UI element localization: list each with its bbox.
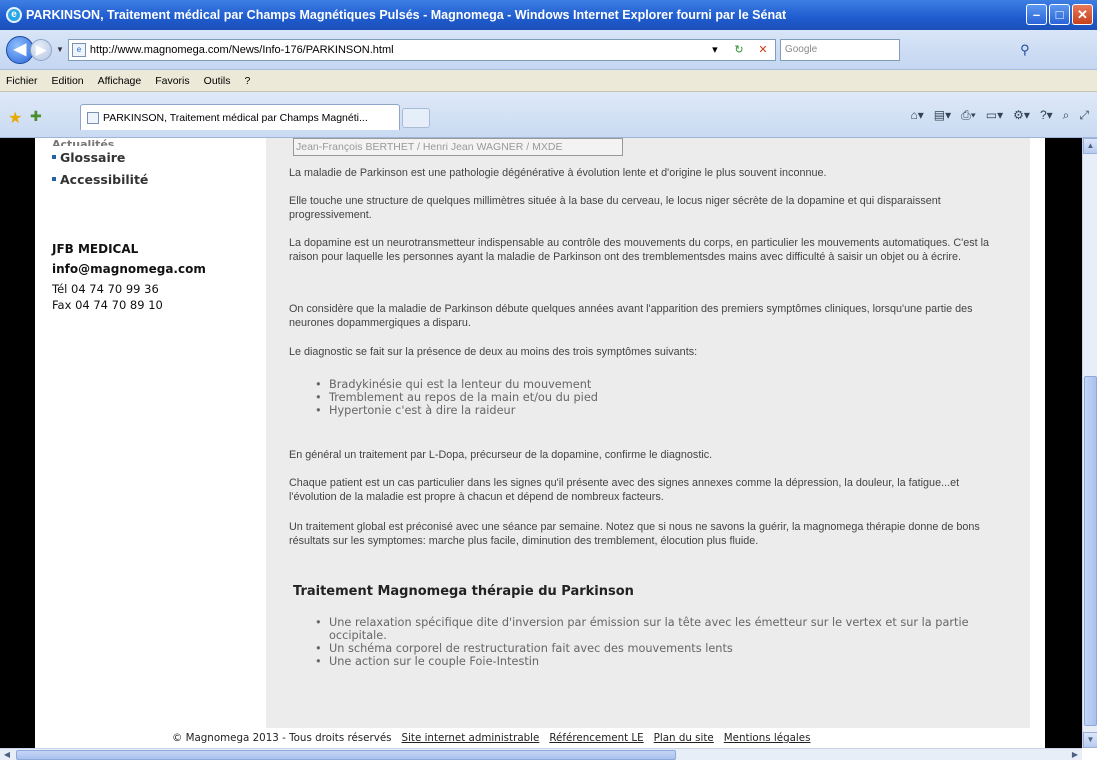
paragraph-6: En général un traitement par L-Dopa, pré… [289,449,713,461]
favorites-star-icon[interactable]: ★ [8,108,22,128]
address-dropdown-icon[interactable]: ▾ [705,42,725,58]
tab-active[interactable]: PARKINSON, Traitement médical par Champs… [80,104,400,130]
help-icon[interactable]: ?▾ [1040,108,1053,123]
search-input[interactable]: Google [779,38,900,61]
ie-icon: e [6,7,22,23]
tab-bar: ★ ✚ PARKINSON, Traitement médical par Ch… [0,92,1097,138]
tab-page-icon [87,111,99,124]
horizontal-scrollbar[interactable]: ◀ ▶ [0,748,1082,760]
treatments-list: Une relaxation spécifique dite d'inversi… [315,616,1005,668]
page-viewport: Actualités Glossaire Accessibilité JFB M… [0,138,1082,748]
address-input[interactable]: e http://www.magnomega.com/News/Info-176… [67,38,776,61]
maximize-view-icon[interactable]: ⤢ [1079,108,1089,123]
forward-button[interactable]: ▶ [30,38,52,61]
address-bar-row: ◀ ▶ ▼ e http://www.magnomega.com/News/In… [0,30,1097,70]
history-dropdown-icon[interactable]: ▼ [56,45,64,54]
menu-favoris[interactable]: Favoris [155,75,189,87]
paragraph-8: Un traitement global est préconisé avec … [289,521,980,547]
menu-edition[interactable]: Edition [52,75,84,87]
window-title: PARKINSON, Traitement médical par Champs… [26,8,787,22]
tools-menu-icon[interactable]: ⚙▾ [1013,108,1030,123]
menu-outils[interactable]: Outils [204,75,231,87]
footer-link-plan-du-site[interactable]: Plan du site [654,732,714,744]
new-tab-button[interactable] [402,108,430,128]
paragraph-3: La dopamine est un neurotransmetteur ind… [289,237,990,263]
list-item: Hypertonie c'est à dire la raideur [315,404,1005,417]
contact-block: JFB MEDICAL info@magnomega.com Tél 04 74… [52,242,206,314]
copyright-text: © Magnomega 2013 - Tous droits réservés [172,732,392,744]
paragraph-2: Elle touche une structure de quelques mi… [289,195,941,221]
search-icon[interactable]: ⚲ [1010,39,1040,61]
page-menu-icon[interactable]: ▭▾ [986,108,1003,123]
scroll-right-icon[interactable]: ▶ [1068,749,1082,760]
paragraph-7: Chaque patient est un cas particulier da… [289,477,960,503]
page-icon: e [71,42,86,57]
bullet-icon [52,177,56,181]
paragraph-5: Le diagnostic se fait sur la présence de… [289,346,698,358]
minimize-icon[interactable]: – [1026,4,1047,25]
menu-bar: Fichier Edition Affichage Favoris Outils… [0,70,1097,92]
address-tools: ▾ ↻ ✕ [705,42,773,58]
home-icon[interactable]: ⌂▾ [911,108,924,123]
hscroll-thumb[interactable] [16,750,676,760]
paragraph-4: On considère que la maladie de Parkinson… [289,303,973,329]
vertical-scrollbar[interactable]: ▲ ▼ [1082,138,1097,748]
maximize-icon[interactable]: □ [1049,4,1070,25]
add-favorite-icon[interactable]: ✚ [30,108,42,125]
url-text: http://www.magnomega.com/News/Info-176/P… [89,43,394,56]
list-item: Bradykinésie qui est la lenteur du mouve… [315,378,1005,391]
scroll-down-icon[interactable]: ▼ [1083,732,1097,748]
sidebar-column [35,138,263,728]
contact-phone: Tél 04 74 70 99 36 [52,282,159,296]
credits-box: Jean-François BERTHET / Henri Jean WAGNE… [293,138,623,156]
sidebar-nav: Actualités Glossaire Accessibilité [52,138,148,190]
menu-affichage[interactable]: Affichage [98,75,142,87]
bullet-icon [52,155,56,159]
list-item: Tremblement au repos de la main et/ou du… [315,391,1005,404]
company-name: JFB MEDICAL [52,242,139,256]
sidebar-item-actualites[interactable]: Actualités [52,138,148,146]
symptoms-list: Bradykinésie qui est la lenteur du mouve… [315,378,1005,417]
paragraph-1: La maladie de Parkinson est une patholog… [289,167,827,179]
list-item: Une action sur le couple Foie-Intestin [315,655,1005,668]
tab-label: PARKINSON, Traitement médical par Champs… [103,111,368,124]
footer-link-site-admin[interactable]: Site internet administrable [402,732,540,744]
stop-icon[interactable]: ✕ [753,42,773,58]
page-footer: © Magnomega 2013 - Tous droits réservés … [172,732,811,744]
window-controls: – □ ✕ [1026,4,1093,25]
list-item: Une relaxation spécifique dite d'inversi… [315,616,1005,642]
close-icon[interactable]: ✕ [1072,4,1093,25]
refresh-icon[interactable]: ↻ [729,42,749,58]
contact-email-link[interactable]: info@magnomega.com [52,262,206,282]
section-heading: Traitement Magnomega thérapie du Parkins… [293,584,634,599]
feeds-icon[interactable]: ▤▾ [934,108,951,123]
menu-help[interactable]: ? [245,75,251,87]
scroll-thumb[interactable] [1084,376,1097,726]
research-icon[interactable]: ⌕ [1063,108,1070,123]
footer-link-referencement[interactable]: Référencement LE [549,732,643,744]
print-icon[interactable]: ⎙▾ [961,108,976,123]
footer-link-mentions-legales[interactable]: Mentions légales [724,732,811,744]
scroll-left-icon[interactable]: ◀ [0,749,14,760]
sidebar-item-glossaire[interactable]: Glossaire [52,146,148,168]
list-item: Un schéma corporel de restructuration fa… [315,642,1005,655]
sidebar-item-accessibilite[interactable]: Accessibilité [52,168,148,190]
command-bar: ⌂▾ ▤▾ ⎙▾ ▭▾ ⚙▾ ?▾ ⌕ ⤢ [911,108,1090,123]
window-titlebar: e PARKINSON, Traitement médical par Cham… [0,0,1097,30]
menu-fichier[interactable]: Fichier [6,75,38,87]
scroll-up-icon[interactable]: ▲ [1083,138,1097,154]
contact-fax: Fax 04 74 70 89 10 [52,298,163,312]
